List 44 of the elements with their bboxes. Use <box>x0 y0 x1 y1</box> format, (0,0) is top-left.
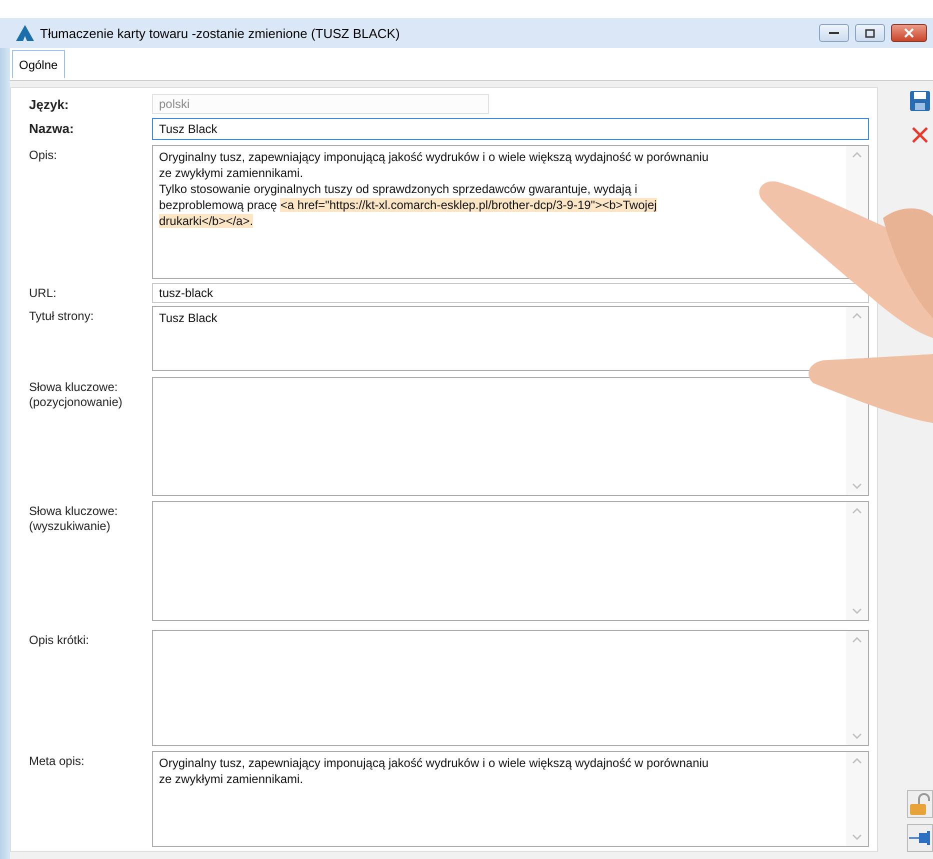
close-icon <box>904 28 914 38</box>
maximize-icon <box>865 28 875 38</box>
app-logo-icon <box>16 25 34 41</box>
close-button[interactable] <box>891 24 927 42</box>
pin-icon <box>909 831 931 845</box>
field-label: Tytuł strony: <box>29 308 95 324</box>
field-label: Opis: <box>29 147 58 163</box>
field-label: Słowa kluczowe: (pozycjonowanie) <box>29 379 124 410</box>
scroll-up-icon[interactable] <box>852 637 862 643</box>
field-label: Język: <box>29 96 70 112</box>
lock-button[interactable] <box>907 790 933 818</box>
scroll-up-icon[interactable] <box>852 313 862 319</box>
delete-icon <box>910 125 930 145</box>
field-value: Oryginalny tusz, zapewniający imponującą jakość wydruków i o wiele większą wydajność w porównaniu ze zwykłymi zamiennikami. Tylko stosowanie oryginalnych tuszy od sprawdzonych sprzedawców gwarantuje, wydają i bezproblemową pracę <a href="https://kt-xl.comarch-esklep.pl/brother-dcp/3-9-19"><b>Twojej drukarki</b></a>. <box>159 149 710 229</box>
field-label: Nazwa: <box>29 120 75 136</box>
maximize-button[interactable] <box>855 24 885 42</box>
minimize-icon <box>829 31 839 35</box>
scroll-down-icon[interactable] <box>852 483 862 489</box>
field-value: polski <box>159 96 190 112</box>
input-field[interactable]: tusz-black <box>152 283 869 303</box>
field-label: Meta opis: <box>29 753 86 769</box>
pin-button[interactable] <box>907 824 933 852</box>
text-area[interactable]: Tusz Black <box>152 306 869 371</box>
field-label: Opis krótki: <box>29 632 90 648</box>
scroll-up-icon[interactable] <box>852 508 862 514</box>
scroll-down-icon[interactable] <box>852 733 862 739</box>
field-label: Słowa kluczowe: (wyszukiwanie) <box>29 503 119 534</box>
field-label: URL: <box>29 285 58 301</box>
scroll-down-icon[interactable] <box>852 834 862 840</box>
minimize-button[interactable] <box>819 24 849 42</box>
tab[interactable]: Ogólne <box>12 50 65 78</box>
scroll-up-icon[interactable] <box>852 152 862 158</box>
scroll-up-icon[interactable] <box>852 758 862 764</box>
field-value: tusz-black <box>159 285 214 301</box>
scroll-down-icon[interactable] <box>852 608 862 614</box>
text-area[interactable]: Oryginalny tusz, zapewniający imponującą jakość wydruków i o wiele większą wydajność w porównaniu ze zwykłymi zamiennikami. <box>152 751 869 847</box>
field-value: Tusz Black <box>159 121 218 137</box>
save-icon <box>909 90 931 112</box>
window-title: Tłumaczenie karty towaru -zostanie zmienione (TUSZ BLACK) <box>40 26 400 40</box>
input-field[interactable]: Tusz Black <box>152 118 869 140</box>
padlock-icon <box>908 792 932 816</box>
field-value: Tusz Black <box>159 310 218 326</box>
field-value: Oryginalny tusz, zapewniający imponującą jakość wydruków i o wiele większą wydajność w porównaniu ze zwykłymi zamiennikami. <box>159 755 710 787</box>
text-area[interactable] <box>152 145 869 279</box>
